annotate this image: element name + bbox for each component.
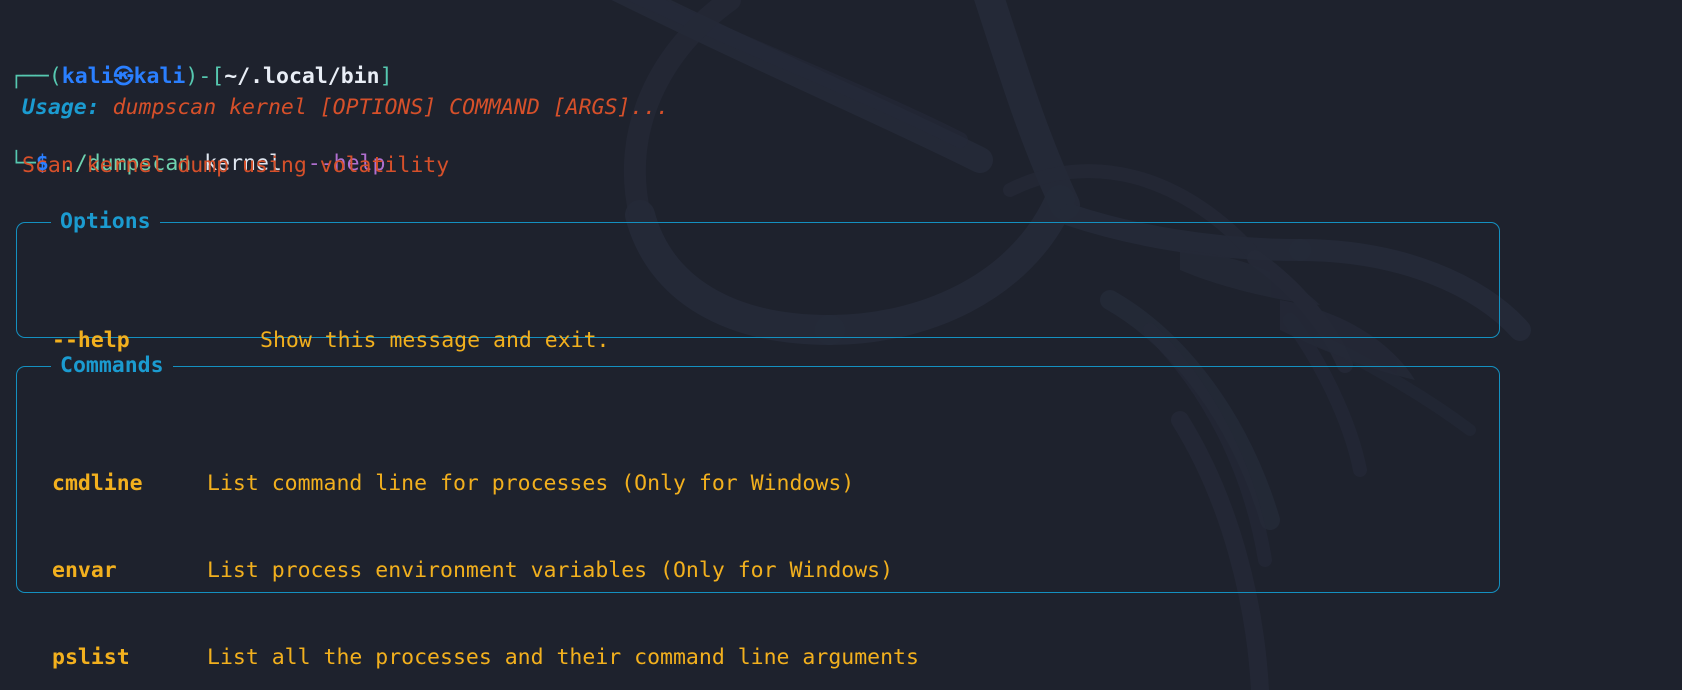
commands-panel: Commands cmdline List command line for pr… xyxy=(16,353,1500,670)
commands-panel-body: cmdline List command line for processes (… xyxy=(17,367,1499,690)
program-description: Scan kernel dump using volatility xyxy=(22,153,450,178)
prompt-dash: - xyxy=(198,64,212,89)
command-row[interactable]: cmdline List command line for processes (… xyxy=(17,469,1499,498)
command-description: List process environment variables (Only… xyxy=(207,558,894,583)
command-term: pslist xyxy=(52,645,130,670)
usage-body: dumpscan kernel [OPTIONS] COMMAND [ARGS]… xyxy=(99,95,670,120)
prompt-bracket-open: [ xyxy=(211,64,225,89)
prompt-paren-close: ) xyxy=(185,64,199,89)
kali-logo-icon: ㉿ xyxy=(113,64,134,88)
usage-label: Usage: xyxy=(22,95,100,120)
prompt-path: ~/.local/bin xyxy=(224,64,380,89)
option-row[interactable]: --help Show this message and exit. xyxy=(17,326,1499,355)
command-row[interactable]: envar List process environment variables … xyxy=(17,556,1499,585)
prompt-bracket-close: ] xyxy=(379,64,393,89)
prompt-host: kali xyxy=(133,64,186,89)
option-description: Show this message and exit. xyxy=(260,328,610,353)
command-description: List all the processes and their command… xyxy=(207,645,919,670)
command-term: envar xyxy=(52,558,117,583)
prompt-corner-top: ┌── xyxy=(10,64,49,89)
prompt-user: kali xyxy=(61,64,114,89)
options-panel: Options --help Show this message and exit… xyxy=(16,209,1500,353)
usage-line: Usage: dumpscan kernel [OPTIONS] COMMAND… xyxy=(22,93,669,122)
terminal-window: ┌──(kali㉿kali)-[~/.local/bin] └─$ ./dump… xyxy=(0,0,1682,690)
prompt-paren-open: ( xyxy=(48,64,62,89)
command-description: List command line for processes (Only fo… xyxy=(207,471,855,496)
command-row[interactable]: pslist List all the processes and their c… xyxy=(17,643,1499,672)
prompt-line-1: ┌──(kali㉿kali)-[~/.local/bin] xyxy=(10,62,393,91)
command-term: cmdline xyxy=(52,471,143,496)
option-term: --help xyxy=(52,328,130,353)
